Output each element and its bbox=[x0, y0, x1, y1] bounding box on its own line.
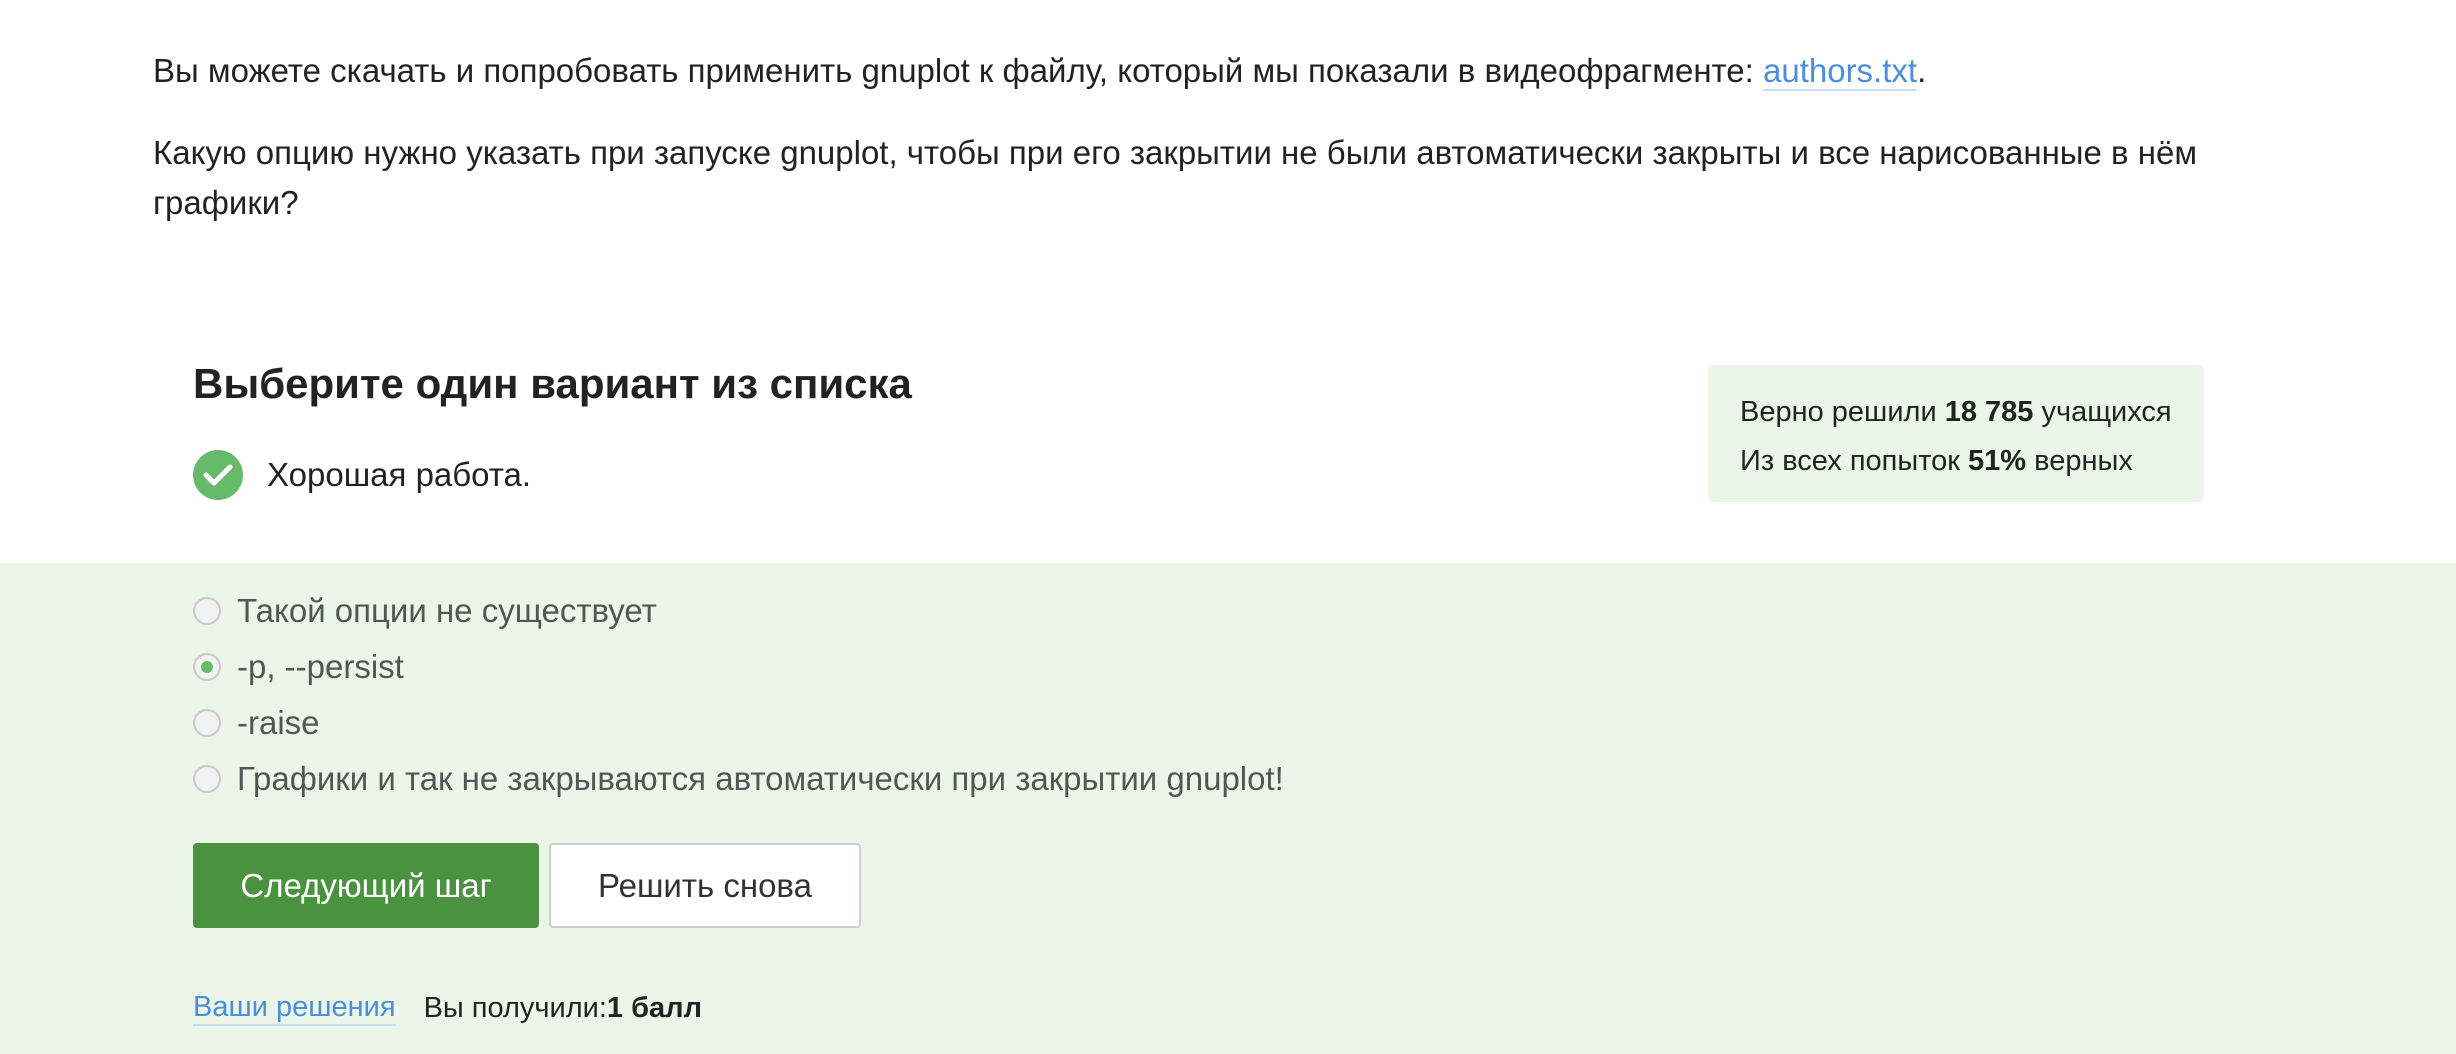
your-solutions-link[interactable]: Ваши решения bbox=[193, 991, 396, 1026]
check-icon bbox=[193, 450, 243, 500]
option-item[interactable]: Такой опции не существует bbox=[193, 583, 1284, 639]
intro-paragraph: Вы можете скачать и попробовать применит… bbox=[153, 46, 2313, 96]
submission-footer: Ваши решения Вы получили: 1 балл bbox=[193, 991, 702, 1026]
solved-count: 18 785 bbox=[1944, 396, 2034, 428]
authors-file-link[interactable]: authors.txt bbox=[1762, 52, 1918, 91]
option-item[interactable]: Графики и так не закрываются автоматичес… bbox=[193, 751, 1284, 807]
option-item[interactable]: -raise bbox=[193, 695, 1284, 751]
option-label: -raise bbox=[237, 704, 320, 741]
intro-text: Вы можете скачать и попробовать применит… bbox=[153, 52, 1763, 89]
intro-period: . bbox=[1917, 52, 1927, 89]
action-buttons: Следующий шаг Решить снова bbox=[193, 843, 861, 928]
score-value: 1 балл bbox=[606, 992, 702, 1024]
next-step-button[interactable]: Следующий шаг bbox=[193, 843, 539, 928]
attempts-suffix: верных bbox=[2026, 445, 2133, 477]
radio-button-selected[interactable] bbox=[193, 653, 221, 681]
question-text: Какую опцию нужно указать при запуске gn… bbox=[153, 134, 2198, 221]
attempts-percent: 51% bbox=[1968, 445, 2027, 477]
option-label: Графики и так не закрываются автоматичес… bbox=[237, 760, 1284, 797]
option-label: Такой опции не существует bbox=[237, 592, 657, 629]
option-label: -p, --persist bbox=[237, 648, 404, 685]
step-text: Вы можете скачать и попробовать применит… bbox=[153, 46, 2313, 228]
attempts-stat: Из всех попыток 51% верных bbox=[1740, 437, 2172, 486]
solved-stat: Верно решили 18 785 учащихся bbox=[1740, 388, 2172, 437]
radio-button[interactable] bbox=[193, 765, 221, 793]
option-item[interactable]: -p, --persist bbox=[193, 639, 1284, 695]
score-label: Вы получили: bbox=[423, 992, 607, 1024]
solved-suffix: учащихся bbox=[2033, 396, 2172, 428]
radio-button[interactable] bbox=[193, 597, 221, 625]
answer-panel: Такой опции не существует -p, --persist … bbox=[0, 563, 2456, 1054]
radio-button[interactable] bbox=[193, 709, 221, 737]
feedback-message: Хорошая работа. bbox=[193, 450, 531, 500]
options-list: Такой опции не существует -p, --persist … bbox=[193, 583, 1284, 807]
attempts-prefix: Из всех попыток bbox=[1740, 445, 1969, 477]
quiz-header: Выберите один вариант из списка bbox=[193, 360, 912, 407]
checkmark-icon bbox=[203, 464, 233, 486]
retry-button[interactable]: Решить снова bbox=[549, 843, 861, 928]
feedback-text: Хорошая работа. bbox=[267, 456, 532, 493]
stats-panel: Верно решили 18 785 учащихся Из всех поп… bbox=[1708, 365, 2204, 502]
solved-prefix: Верно решили bbox=[1740, 396, 1945, 428]
